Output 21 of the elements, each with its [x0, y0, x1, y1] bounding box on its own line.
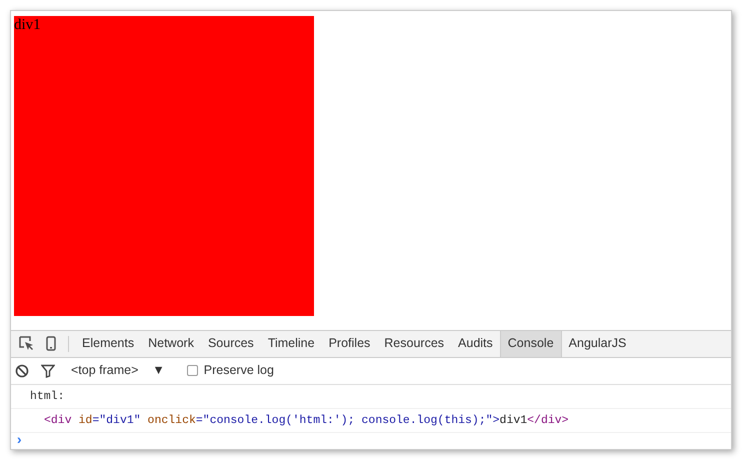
devtools-tab[interactable]: Sources: [200, 330, 261, 356]
preserve-log-checkbox[interactable]: [186, 365, 198, 376]
console-element-line[interactable]: <div id="div1" onclick="console.log('html:'); console.log(this);">div1</div>: [11, 408, 731, 433]
inspect-icon[interactable]: [19, 336, 34, 351]
preserve-log-label[interactable]: Preserve log: [204, 361, 274, 380]
console-message: html:: [11, 384, 731, 409]
devtools-tab[interactable]: AngularJS: [562, 330, 634, 356]
filter-icon[interactable]: [41, 364, 55, 378]
devtools-tab[interactable]: Network: [141, 330, 201, 356]
devtools-tab[interactable]: Console: [500, 330, 562, 356]
frame-selector[interactable]: <top frame>: [71, 361, 138, 380]
dropdown-arrow[interactable]: ▼: [152, 361, 165, 380]
box-text: div1: [14, 17, 41, 33]
devtools-tab[interactable]: Audits: [451, 330, 500, 356]
phone-icon[interactable]: [46, 336, 56, 351]
devtools-tab[interactable]: Elements: [75, 330, 142, 356]
devtools-tab[interactable]: Resources: [377, 330, 452, 356]
devtools-tab[interactable]: Timeline: [260, 330, 322, 356]
devtools-tab[interactable]: Profiles: [322, 330, 378, 356]
clear-icon[interactable]: [15, 364, 29, 378]
console-prompt[interactable]: ›: [11, 433, 731, 449]
